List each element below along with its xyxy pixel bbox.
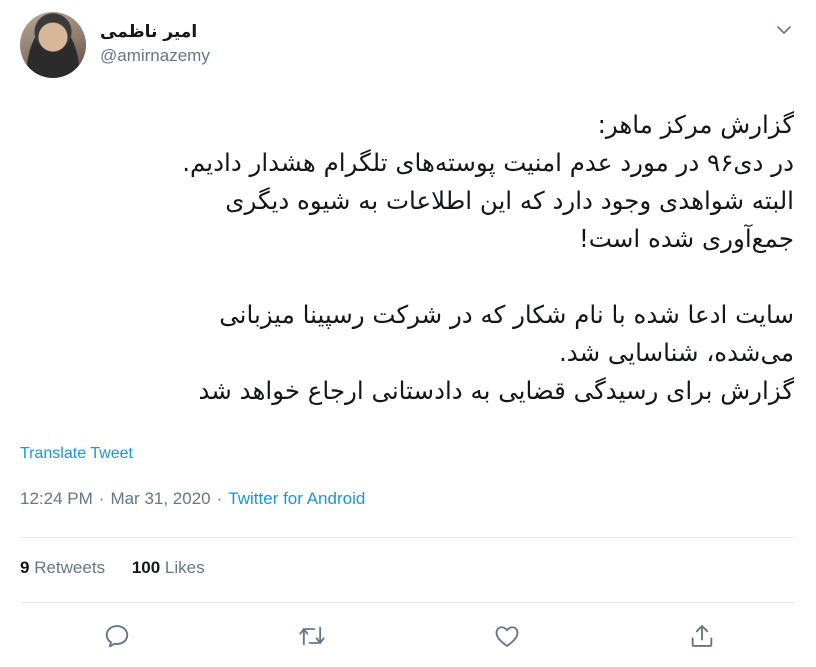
tweet-text: گزارش مرکز ماهر: در دی۹۶ در مورد عدم امن… <box>20 106 794 410</box>
tweet-line: جمع‌آوری شده است! <box>578 224 794 253</box>
meta-separator: · <box>98 489 105 508</box>
tweet-source[interactable]: Twitter for Android <box>228 489 365 508</box>
divider <box>20 537 796 538</box>
tweet-date[interactable]: Mar 31, 2020 <box>110 489 210 508</box>
display-name[interactable]: امیر ناظمی <box>100 22 210 42</box>
avatar[interactable] <box>20 12 86 78</box>
tweet-line: گزارش مرکز ماهر: <box>597 110 794 139</box>
divider <box>20 602 796 603</box>
tweet-stats: 9 Retweets 100 Likes <box>20 558 227 578</box>
heart-icon[interactable] <box>493 622 521 650</box>
share-icon[interactable] <box>688 622 716 650</box>
tweet-line: در دی۹۶ در مورد عدم امنیت پوسته‌های تلگر… <box>182 148 794 177</box>
tweet-time[interactable]: 12:24 PM <box>20 489 93 508</box>
tweet-actions <box>0 618 816 654</box>
tweet-line: سایت ادعا شده با نام شکار که در شرکت رسپ… <box>219 300 794 329</box>
likes-label: Likes <box>164 558 205 577</box>
retweets-count: 9 <box>20 558 30 577</box>
retweets-stat[interactable]: 9 Retweets <box>20 558 105 577</box>
user-handle[interactable]: @amirnazemy <box>100 46 210 66</box>
tweet-line: البته شواهدی وجود دارد که این اطلاعات به… <box>225 186 794 215</box>
tweet-meta: 12:24 PM · Mar 31, 2020 · Twitter for Androi… <box>20 489 365 509</box>
tweet-line: گزارش برای رسیدگی قضایی به دادستانی ارجا… <box>198 376 794 405</box>
reply-icon[interactable] <box>103 622 131 650</box>
meta-separator: · <box>216 489 223 508</box>
user-names[interactable]: امیر ناظمی @amirnazemy <box>100 22 210 66</box>
retweets-label: Retweets <box>34 558 106 577</box>
retweet-icon[interactable] <box>298 622 326 650</box>
translate-tweet-link[interactable]: Translate Tweet <box>20 445 133 463</box>
tweet-header: امیر ناظمی @amirnazemy <box>20 12 796 82</box>
likes-stat[interactable]: 100 Likes <box>132 558 205 577</box>
chevron-down-icon[interactable] <box>776 22 792 38</box>
tweet-line: می‌شده، شناسایی شد. <box>558 338 794 367</box>
likes-count: 100 <box>131 558 161 577</box>
